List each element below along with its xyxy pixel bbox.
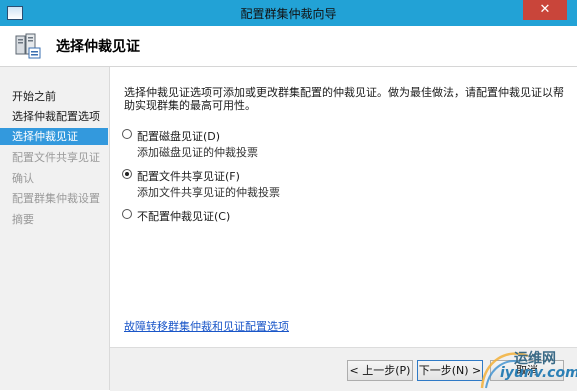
option-label[interactable]: 不配置仲裁见证(C)	[137, 208, 230, 224]
watermark-domain: iyunv.com	[500, 365, 577, 381]
option-description: 添加文件共享见证的仲裁投票	[137, 186, 280, 199]
title-bar: 配置群集仲裁向导 ✕	[0, 0, 577, 26]
close-button[interactable]: ✕	[523, 0, 567, 20]
next-button[interactable]: 下一步(N) >	[417, 360, 483, 381]
step-before-you-begin[interactable]: 开始之前	[0, 88, 108, 105]
cluster-wizard-icon	[15, 33, 41, 59]
back-button[interactable]: < 上一步(P)	[347, 360, 413, 381]
window-title: 配置群集仲裁向导	[240, 7, 337, 21]
radio-disk-witness[interactable]	[122, 129, 132, 139]
wizard-header: 选择仲裁见证	[0, 26, 577, 67]
wizard-content: 选择仲裁见证选项可添加或更改群集配置的仲裁见证。做为最佳做法，请配置仲裁见证以帮…	[110, 67, 577, 390]
wizard-steps-pane: 开始之前 选择仲裁配置选项 选择仲裁见证 配置文件共享见证 确认 配置群集仲裁设…	[0, 67, 110, 390]
step-summary: 摘要	[12, 213, 34, 226]
radio-no-witness[interactable]	[122, 209, 132, 219]
option-label[interactable]: 配置磁盘见证(D)	[137, 128, 220, 144]
page-title: 选择仲裁见证	[56, 39, 140, 55]
radio-file-share-witness[interactable]	[122, 169, 132, 179]
step-configure-quorum-settings: 配置群集仲裁设置	[12, 192, 100, 205]
option-label[interactable]: 配置文件共享见证(F)	[137, 168, 240, 184]
step-select-quorum-option[interactable]: 选择仲裁配置选项	[0, 108, 108, 125]
description-text: 选择仲裁见证选项可添加或更改群集配置的仲裁见证。做为最佳做法，请配置仲裁见证以帮…	[124, 86, 564, 112]
step-select-quorum-witness[interactable]: 选择仲裁见证	[0, 128, 108, 145]
step-configure-file-share-witness: 配置文件共享见证	[12, 151, 100, 164]
option-description: 添加磁盘见证的仲裁投票	[137, 146, 258, 159]
step-confirmation: 确认	[12, 172, 34, 185]
help-link[interactable]: 故障转移群集仲裁和见证配置选项	[124, 318, 289, 334]
